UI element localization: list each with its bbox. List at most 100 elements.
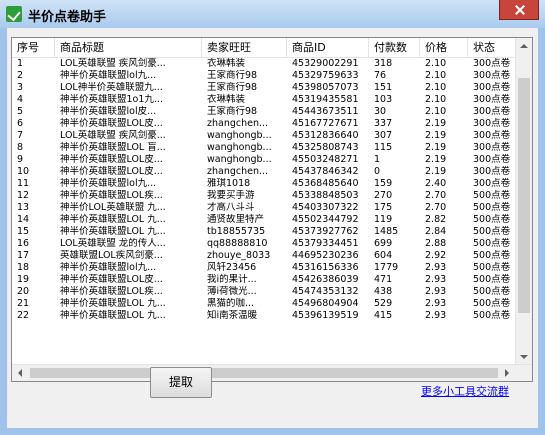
col-index-cell: 1 [17,58,24,69]
col-seller-cell: 知i南茶温暖 [207,310,258,321]
col-item-id-cell: 45316156336 [292,262,359,273]
col-index-cell: 11 [17,178,30,189]
col-paid-count-cell: 1779 [374,262,399,273]
extract-button[interactable]: 提取 [150,367,212,398]
table-row[interactable]: 11 神半价英雄联盟lol九... 雅琪1018 45368485640 159 2.40… [12,178,516,190]
table-row[interactable]: 14 神半价英雄联盟LOL 九... 通贤故里特产 45502344792 119 2.8… [12,214,516,226]
col-title-cell: 神半价英雄联盟LOL疾... [60,190,163,201]
scroll-right-icon[interactable] [498,365,515,381]
col-item-id-cell: 45426386039 [292,274,359,285]
col-title-cell: LOL英雄联盟 龙的传人... [60,238,166,249]
col-paid-count-cell: 1485 [374,226,399,237]
table-row[interactable]: 7 LOL英雄联盟 疾风剑豪... wanghongb... 45312836640 3… [12,130,516,142]
col-item-id-cell: 45167727671 [292,118,359,129]
table-row[interactable]: 1 LOL英雄联盟 疾风剑豪... 衣琳韩装 45329002291 318 2.10 30… [12,58,516,70]
col-seller-cell: zhangchen... [207,118,269,129]
col-title-cell: LOL神半价英雄联盟九... [60,82,163,93]
table-row[interactable]: 16 LOL英雄联盟 龙的传人... qq88888810 45379334451 69… [12,238,516,250]
col-title-header[interactable]: 商品标题 [55,38,202,57]
col-title-cell: 神半价英雄联盟lol皮... [60,106,157,117]
col-title-cell: 神半价英雄联盟lol九... [60,178,157,189]
col-item-id-cell: 45329002291 [292,58,359,69]
col-item-id-cell: 45403307322 [292,202,359,213]
col-seller-cell: 我要买手游 [207,190,255,201]
table-row[interactable]: 5 神半价英雄联盟lol皮... 王家商行98 45443673511 30 2.10 30… [12,106,516,118]
table-row[interactable]: 15 神半价英雄联盟LOL 九... tb18855735 45373927762 14… [12,226,516,238]
table-row[interactable]: 13 神半价LOL英雄联盟 九... 才高八斗斗 45403307322 175 2.70… [12,202,516,214]
col-title-cell: 神半价英雄联盟LOL 九... [60,298,166,309]
col-title-cell: 神半价英雄联盟LOL 九... [60,310,166,321]
col-price-cell: 2.19 [425,166,447,177]
col-index-cell: 18 [17,262,30,273]
col-index-cell: 2 [17,70,24,81]
table-row[interactable]: 12 神半价英雄联盟LOL疾... 我要买手游 45338848503 270 2.70 5… [12,190,516,202]
table-row[interactable]: 6 神半价英雄联盟LOL皮... zhangchen... 45167727671 33… [12,118,516,130]
col-index-header[interactable]: 序号 [12,38,55,57]
col-paid-count-cell: 115 [374,142,393,153]
table-row[interactable]: 4 神半价英雄联盟1o1九... 衣琳韩装 45319435581 103 2.10 300… [12,94,516,106]
table-row[interactable]: 10 神半价英雄联盟LOL皮... zhangchen... 45437846342 0… [12,166,516,178]
table-row[interactable]: 2 神半价英雄联盟lol九... 王家商行98 45329759633 76 2.10 30… [12,70,516,82]
col-price-cell: 2.93 [425,310,447,321]
col-paid-count-cell: 438 [374,286,393,297]
col-price-cell: 2.19 [425,142,447,153]
scroll-up-icon[interactable] [516,38,532,55]
table-row[interactable]: 17 英雄联盟LOL疾风剑豪... zhouye_8033 44695230236 60… [12,250,516,262]
close-icon[interactable] [499,0,539,20]
more-tools-link[interactable]: 更多小工具交流群 [421,383,509,399]
vertical-scrollbar[interactable] [515,38,532,366]
col-index-cell: 22 [17,310,30,321]
app-logo-icon [6,6,22,22]
table-row[interactable]: 21 神半价英雄联盟LOL 九... 黑猫的咖... 45496804904 529 2.… [12,298,516,310]
table-row[interactable]: 8 神半价英雄联盟LOL 盲... wanghongb... 45325808743 1… [12,142,516,154]
col-index-cell: 7 [17,130,24,141]
col-title-cell: LOL英雄联盟 疾风剑豪... [60,58,166,69]
col-paid-count-cell: 270 [374,190,393,201]
table-row[interactable]: 22 神半价英雄联盟LOL 九... 知i南茶温暖 45396139519 415 2.9… [12,310,516,322]
col-item-id-cell: 45502344792 [292,214,359,225]
col-index-cell: 20 [17,286,30,297]
col-item-id-header[interactable]: 商品ID [287,38,369,57]
col-index-cell: 9 [17,154,24,165]
col-price-cell: 2.70 [425,190,447,201]
table-row[interactable]: 20 神半价英雄联盟LOL疾... 薄i荷微光... 45474353132 438 2.… [12,286,516,298]
results-table[interactable]: 序号 商品标题 卖家旺旺 商品ID 付款数 价格 状态 1 LOL英雄联盟 疾风剑豪... 衣琳… [11,37,533,382]
col-paid-count-cell: 318 [374,58,393,69]
col-price-cell: 2.40 [425,178,447,189]
client-area: 序号 商品标题 卖家旺旺 商品ID 付款数 价格 状态 1 LOL英雄联盟 疾风剑豪... 衣琳… [7,28,538,428]
table-row[interactable]: 19 神半价英雄联盟LOL皮... 我i的果计... 45426386039 471 2.… [12,274,516,286]
col-price-cell: 2.93 [425,262,447,273]
col-item-id-cell: 45338848503 [292,190,359,201]
col-item-id-cell: 45437846342 [292,166,359,177]
col-index-cell: 10 [17,166,30,177]
col-price-cell: 2.93 [425,286,447,297]
table-row[interactable]: 3 LOL神半价英雄联盟九... 王家商行98 45398057073 151 2.10 3… [12,82,516,94]
col-title-cell: 神半价英雄联盟LOL皮... [60,154,163,165]
table-row[interactable]: 9 神半价英雄联盟LOL皮... wanghongb... 45503248271 1 2… [12,154,516,166]
col-price-cell: 2.82 [425,214,447,225]
col-paid-count-header[interactable]: 付款数 [369,38,420,57]
col-seller-cell: zhouye_8033 [207,250,271,261]
vertical-scroll-thumb[interactable] [518,78,530,313]
col-price-header[interactable]: 价格 [420,38,468,57]
col-item-id-cell: 45379334451 [292,238,359,249]
col-index-cell: 5 [17,106,24,117]
app-window: 半价点卷助手 序号 商品标题 卖家旺旺 商品ID 付款数 价格 状态 1 LOL英雄联盟 疾风… [0,0,545,435]
col-title-cell: 神半价英雄联盟LOL疾... [60,286,163,297]
col-seller-cell: wanghongb... [207,142,272,153]
col-seller-cell: 薄i荷微光... [207,286,257,297]
table-row[interactable]: 18 神半价英雄联盟lol九... 风轩23456 45316156336 1779 2.… [12,262,516,274]
table-header: 序号 商品标题 卖家旺旺 商品ID 付款数 价格 状态 [12,38,532,58]
horizontal-scroll-thumb[interactable] [30,368,498,378]
col-paid-count-cell: 175 [374,202,393,213]
col-index-cell: 6 [17,118,24,129]
col-price-cell: 2.10 [425,94,447,105]
horizontal-scrollbar[interactable] [12,364,532,381]
col-paid-count-cell: 159 [374,178,393,189]
col-paid-count-cell: 415 [374,310,393,321]
scroll-left-icon[interactable] [12,365,29,381]
col-title-cell: 神半价英雄联盟LOL皮... [60,166,163,177]
col-seller-cell: 通贤故里特产 [207,214,265,225]
col-seller-header[interactable]: 卖家旺旺 [202,38,287,57]
col-seller-cell: 衣琳韩装 [207,94,246,105]
